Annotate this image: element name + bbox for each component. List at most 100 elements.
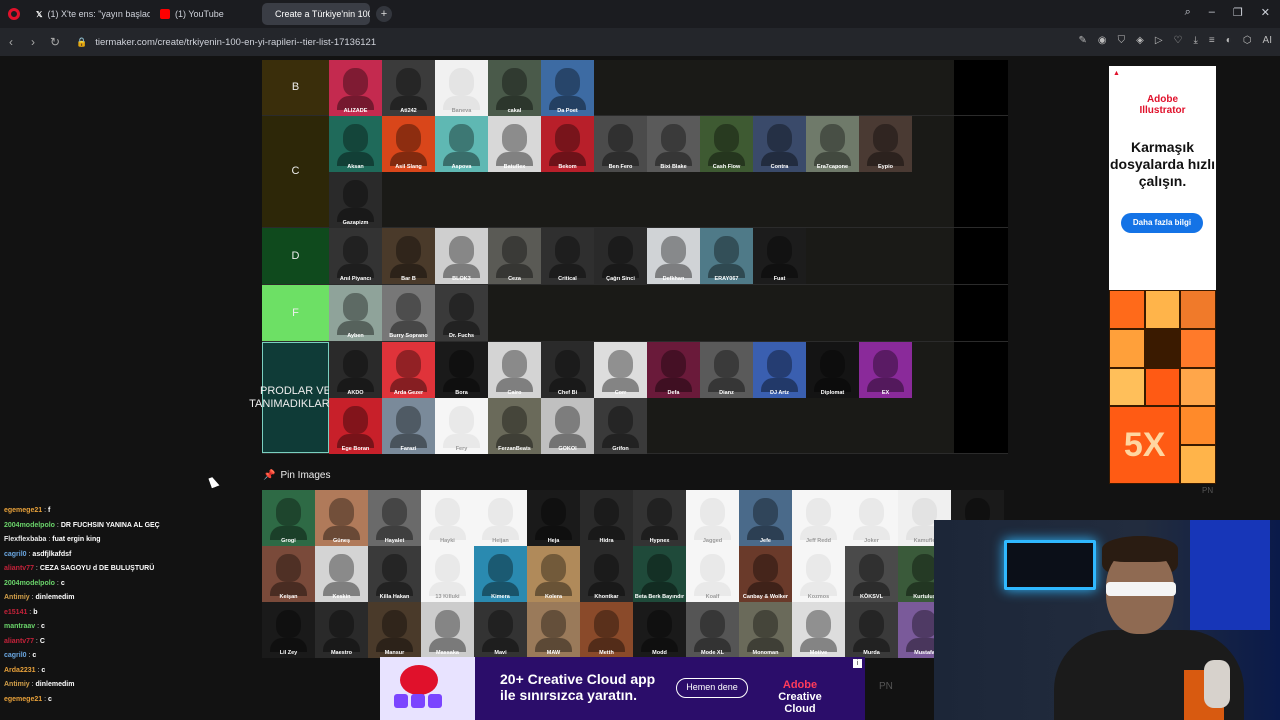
rapper-card[interactable]: Farazi xyxy=(382,398,435,454)
rapper-card[interactable]: KÖKSVL xyxy=(845,546,898,602)
rapper-card[interactable]: Era7capone xyxy=(806,116,859,172)
rapper-card[interactable]: Ege Boran xyxy=(329,398,382,454)
rapper-card[interactable]: 13 Killuki xyxy=(421,546,474,602)
rapper-card[interactable]: Bar B xyxy=(382,228,435,284)
rapper-card[interactable]: Fuat xyxy=(753,228,806,284)
rapper-card[interactable]: Keskin xyxy=(315,546,368,602)
chat-username[interactable]: cagril0 xyxy=(4,551,27,558)
rapper-card[interactable]: BLOK3 xyxy=(435,228,488,284)
rapper-card[interactable]: Cairo xyxy=(488,342,541,398)
chat-username[interactable]: aliantv77 xyxy=(4,565,34,572)
rapper-card[interactable]: Mansur xyxy=(368,602,421,658)
rapper-card[interactable]: Joker xyxy=(845,490,898,546)
rapper-card[interactable]: ALIZADE xyxy=(329,60,382,116)
tier-settings-area[interactable] xyxy=(954,228,1008,284)
tier-label[interactable]: C xyxy=(262,116,329,227)
rapper-card[interactable]: Arda Gezer xyxy=(382,342,435,398)
ai-button[interactable]: AI xyxy=(1263,35,1272,46)
rapper-card[interactable]: Contra xyxy=(753,116,806,172)
chat-username[interactable]: cagril0 xyxy=(4,652,27,659)
rapper-card[interactable]: Kolera xyxy=(527,546,580,602)
rapper-card[interactable]: Metth xyxy=(580,602,633,658)
rapper-card[interactable]: Ceza xyxy=(488,228,541,284)
tier-label[interactable]: B xyxy=(262,60,329,115)
rapper-card[interactable]: Diplomat xyxy=(806,342,859,398)
rapper-card[interactable]: Corr xyxy=(594,342,647,398)
rapper-card[interactable]: EX xyxy=(859,342,912,398)
side-ad[interactable]: ▲ Adobe Illustrator Karmaşık dosyalarda … xyxy=(1109,66,1216,484)
play-icon[interactable]: ▷ xyxy=(1155,35,1163,46)
chat-username[interactable]: mantraav xyxy=(4,623,35,630)
ad-try-now-button[interactable]: Hemen dene xyxy=(676,678,748,698)
chat-username[interactable]: Antimiy xyxy=(4,594,30,601)
close-icon[interactable]: ✕ xyxy=(1261,6,1270,19)
rapper-card[interactable]: Eypio xyxy=(859,116,912,172)
rapper-card[interactable]: Mode XL xyxy=(686,602,739,658)
profile-icon[interactable]: ◐ xyxy=(1226,35,1232,46)
rapper-card[interactable]: Modd xyxy=(633,602,686,658)
reload-icon[interactable]: ↻ xyxy=(44,35,66,49)
rapper-card[interactable]: FerzanBeats xyxy=(488,398,541,454)
rapper-card[interactable]: MAW xyxy=(527,602,580,658)
chat-username[interactable]: egemege21 xyxy=(4,507,42,514)
rapper-card[interactable]: Chef Bi xyxy=(541,342,594,398)
tier-settings-area[interactable] xyxy=(954,116,1008,227)
chat-username[interactable]: Flexflexbaba xyxy=(4,536,46,543)
rapper-card[interactable]: Koalf xyxy=(686,546,739,602)
rapper-card[interactable]: Baneva xyxy=(435,60,488,116)
rapper-card[interactable]: Defa xyxy=(647,342,700,398)
rapper-card[interactable]: Hidra xyxy=(580,490,633,546)
chat-username[interactable]: 2004modelpolo xyxy=(4,522,55,529)
rapper-card[interactable]: Mavi xyxy=(474,602,527,658)
rapper-card[interactable]: Canbay & Wolker xyxy=(739,546,792,602)
download-icon[interactable]: ⤓ xyxy=(1194,35,1198,46)
rapper-card[interactable]: Da Poet xyxy=(541,60,594,116)
rapper-card[interactable]: AKDO xyxy=(329,342,382,398)
search-tabs-icon[interactable]: ⌕ xyxy=(1185,6,1191,19)
rapper-card[interactable]: Ayben xyxy=(329,285,382,341)
rapper-card[interactable]: Çağrı Sinci xyxy=(594,228,647,284)
tab-x[interactable]: 𝕏 (1) X'te ens: "yayın başlad... xyxy=(28,3,150,25)
rapper-card[interactable]: Maestro xyxy=(315,602,368,658)
shield-icon[interactable]: ⛉ xyxy=(1118,35,1126,46)
extensions-icon[interactable]: ⬡ xyxy=(1243,35,1252,46)
rapper-card[interactable]: Güneş xyxy=(315,490,368,546)
rapper-card[interactable]: ERAY067 xyxy=(700,228,753,284)
rapper-card[interactable]: Monoman xyxy=(739,602,792,658)
tier-label[interactable]: PRODLAR VE TANIMADIKLARIM xyxy=(249,342,342,453)
tier-settings-area[interactable] xyxy=(954,285,1008,341)
rapper-card[interactable]: Killa Hakan xyxy=(368,546,421,602)
rapper-card[interactable]: Aspova xyxy=(435,116,488,172)
rapper-card[interactable]: Khontkar xyxy=(580,546,633,602)
back-icon[interactable]: ‹ xyxy=(0,35,22,49)
rapper-card[interactable]: Cash Flow xyxy=(700,116,753,172)
heart-icon[interactable]: ♡ xyxy=(1174,35,1183,46)
tier-settings-area[interactable] xyxy=(954,60,1008,115)
rapper-card[interactable]: Burry Soprano xyxy=(382,285,435,341)
vpn-icon[interactable]: ◈ xyxy=(1136,35,1144,46)
rapper-card[interactable]: Hayki xyxy=(421,490,474,546)
rapper-card[interactable]: GOKOI xyxy=(541,398,594,454)
menu-icon[interactable]: ≡ xyxy=(1209,35,1215,46)
ad-close-icon[interactable]: i xyxy=(853,659,862,668)
rapper-card[interactable]: Bora xyxy=(435,342,488,398)
tab-youtube[interactable]: (1) YouTube xyxy=(152,3,260,25)
ad-learn-more-button[interactable]: Daha fazla bilgi xyxy=(1121,213,1203,233)
rapper-card[interactable]: Murda xyxy=(845,602,898,658)
chat-username[interactable]: egemege21 xyxy=(4,696,42,703)
rapper-card[interactable]: Jagged xyxy=(686,490,739,546)
rapper-card[interactable]: Dr. Fuchs xyxy=(435,285,488,341)
tier-label[interactable]: D xyxy=(262,228,329,284)
camera-icon[interactable]: ◉ xyxy=(1098,35,1107,46)
tier-label[interactable]: F xyxy=(262,285,329,341)
rapper-card[interactable]: Gazapizm xyxy=(329,172,382,228)
rapper-card[interactable]: Grogi xyxy=(262,490,315,546)
rapper-card[interactable]: Defkhan xyxy=(647,228,700,284)
rapper-card[interactable]: Jefe xyxy=(739,490,792,546)
rapper-card[interactable]: Massaka xyxy=(421,602,474,658)
chat-username[interactable]: aliantv77 xyxy=(4,638,34,645)
tab-tiermaker[interactable]: Create a Türkiye'nin 100 - ... xyxy=(262,3,370,25)
rapper-card[interactable]: Ati242 xyxy=(382,60,435,116)
tier-settings-area[interactable] xyxy=(954,342,1008,453)
minimize-icon[interactable]: – xyxy=(1209,6,1215,19)
